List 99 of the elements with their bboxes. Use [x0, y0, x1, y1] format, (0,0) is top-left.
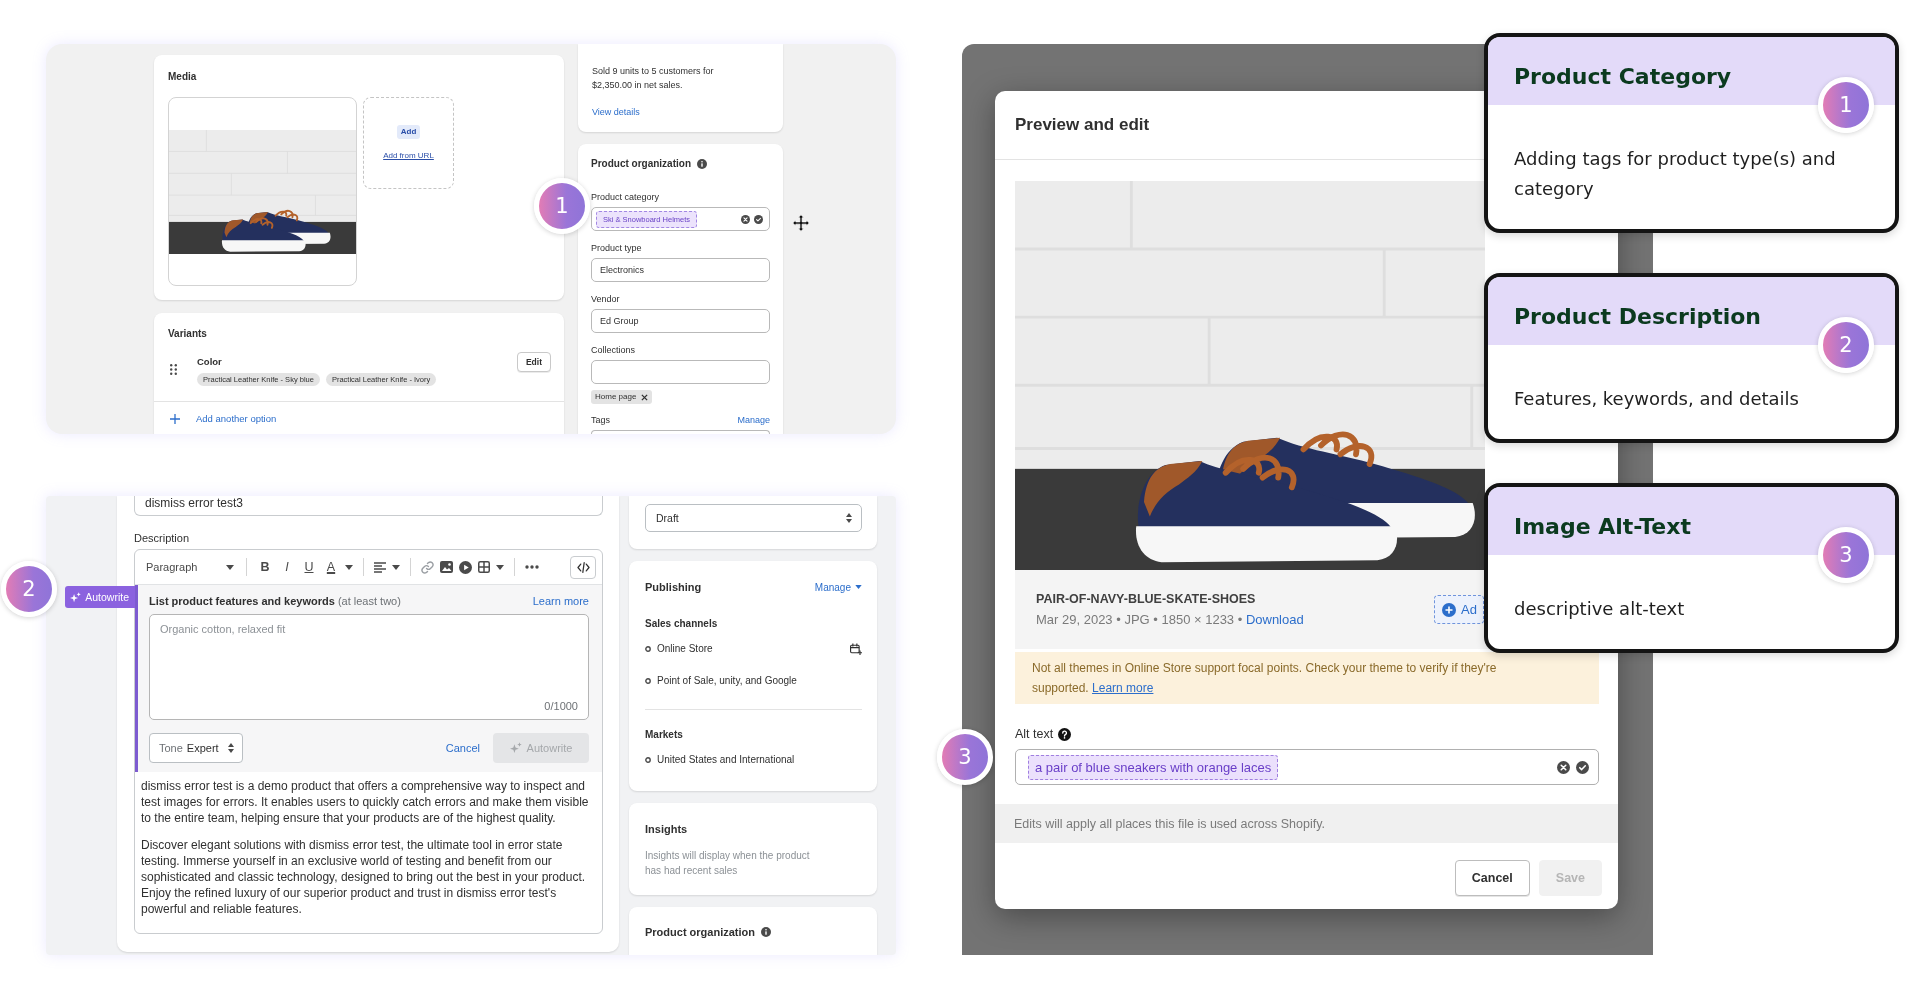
callout-text: Adding tags for product type(s) and category [1514, 147, 1837, 201]
field-label: Description [134, 531, 191, 545]
file-name: PAIR-OF-NAVY-BLUE-SKATE-SHOES [1036, 590, 1257, 607]
card-title: Product organization [591, 158, 691, 170]
plus-icon [170, 414, 180, 424]
card-title: Media [168, 71, 198, 83]
section-label: Sales channels [645, 617, 719, 631]
ring-icon [645, 757, 651, 763]
ring-icon [645, 646, 651, 652]
file-details: Mar 29, 2023 • JPG • 1850 × 1233 • Download [1036, 610, 1304, 629]
plus-circle-icon [1442, 602, 1457, 617]
caret-icon [855, 585, 862, 589]
info-icon [761, 927, 771, 937]
add-from-url-link[interactable]: Add from URL [383, 151, 434, 161]
caret-icon [226, 564, 234, 570]
italic-button[interactable]: I [279, 560, 295, 574]
field-label: Product category [591, 191, 661, 203]
code-icon [576, 561, 590, 573]
link-icon[interactable] [421, 560, 434, 574]
description-paragraph: Discover elegant solutions with dismiss error test, the ultimate tool in error state testing. Immerse yourself in an exclusive world of testing and benefit from our sophisticated and classic technology, designed to bring out the best in your product. Enjoy the refined luxury of our superior product and trust in dismiss error test's powerful and reliable features. [141, 837, 587, 917]
card-title: Product organization [645, 925, 755, 939]
placeholder-text: Organic cotton, relaxed fit [160, 622, 286, 636]
insights-summary: Sold 9 units to 5 customers for $2,350.00 in net sales. [592, 65, 715, 92]
drag-handle-icon[interactable] [170, 363, 177, 375]
learn-more-link[interactable]: Learn more [1092, 681, 1154, 695]
clear-icon[interactable] [1557, 760, 1570, 774]
add-option-link[interactable]: Add another option [154, 402, 564, 434]
view-details-link[interactable]: View details [592, 105, 743, 119]
title-field[interactable]: dismiss error test3 [134, 496, 603, 516]
option-name: Color [197, 356, 223, 368]
select-arrows-icon [228, 743, 234, 753]
card-title: Insights [645, 822, 689, 836]
media-thumbnail[interactable] [168, 97, 357, 286]
more-icon[interactable] [525, 565, 539, 569]
move-cursor-icon [792, 214, 810, 232]
channel-name: Point of Sale, unity, and Google [657, 674, 797, 688]
channel-name: Online Store [657, 642, 713, 656]
cancel-link[interactable]: Cancel [445, 742, 480, 754]
text-field[interactable]: Ed Group [591, 309, 770, 333]
add-button[interactable]: Add [396, 125, 421, 139]
caret-icon [392, 564, 400, 570]
section-label: Markets [645, 728, 684, 742]
help-icon [1058, 727, 1072, 741]
bold-button[interactable]: B [257, 560, 273, 574]
collections-field[interactable] [591, 360, 770, 384]
field-label: Collections [591, 344, 637, 356]
tags-field[interactable] [591, 430, 770, 434]
field-label: Alt text [1015, 726, 1054, 742]
footer-note: Edits will apply all places this file is used across Shopify. [995, 804, 1618, 843]
html-view-button[interactable] [570, 555, 596, 579]
character-counter: 0/1000 [544, 699, 578, 713]
info-icon [697, 159, 707, 169]
insights-note: Insights will display when the product has had recent sales [645, 849, 811, 878]
prompt-label: List product features and keywords (at least two) [149, 594, 401, 608]
callout-text: Features, keywords, and details [1514, 387, 1800, 411]
clear-icon[interactable] [741, 214, 750, 224]
manage-link[interactable]: Manage [814, 581, 862, 593]
download-link[interactable]: Download [1245, 611, 1304, 627]
tag-label: Home page [595, 392, 637, 402]
alt-text-tag: a pair of blue sneakers with orange laces [1028, 754, 1279, 780]
keywords-input[interactable]: Organic cotton, relaxed fit 0/1000 [149, 614, 589, 720]
alt-text-field[interactable]: a pair of blue sneakers with orange laces [1015, 749, 1599, 785]
paragraph-style-dropdown[interactable]: Paragraph [146, 560, 236, 574]
status-select[interactable]: Draft [645, 504, 862, 532]
learn-more-link[interactable]: Learn more [532, 594, 589, 608]
align-icon[interactable] [374, 561, 386, 573]
cancel-button[interactable]: Cancel [1454, 860, 1530, 896]
field-label: Tags [591, 414, 610, 426]
close-icon[interactable] [641, 393, 649, 401]
check-icon[interactable] [1576, 760, 1589, 774]
caret-icon [345, 564, 353, 570]
tone-select[interactable]: Tone Expert [149, 733, 243, 763]
table-icon[interactable] [478, 561, 490, 573]
sparkle-icon [509, 742, 522, 754]
market-name: United States and International [657, 753, 795, 767]
ring-icon [645, 678, 651, 684]
callout-text: descriptive alt-text [1514, 597, 1686, 621]
edit-button[interactable]: Edit [516, 352, 551, 372]
select-arrows-icon [846, 513, 852, 523]
card-title: Publishing [645, 580, 702, 594]
image-icon[interactable] [440, 561, 453, 573]
sparkle-icon [70, 591, 82, 603]
caret-icon [496, 564, 504, 570]
add-button[interactable]: Ad [1434, 595, 1484, 624]
field-label: Product type [591, 242, 643, 254]
description-paragraph: dismiss error test is a demo product that offers a comprehensive way to inspect and test images for errors. It enables users to quickly catch errors and make them visible to the entire team, helping ensure that your products are of the highest quality. [141, 778, 590, 826]
play-icon[interactable] [459, 560, 472, 574]
card-title: Variants [167, 328, 208, 340]
media-drop-zone[interactable]: Add Add from URL [363, 97, 454, 189]
field-label: Vendor [591, 293, 621, 305]
check-icon[interactable] [754, 214, 763, 224]
underline-button[interactable]: U [301, 560, 317, 574]
autowrite-tag-text: Autowrite [85, 590, 129, 604]
focal-point-notice: Not all themes in Online Store support focal points. Check your theme to verify if they're supported. Learn more [1015, 652, 1599, 704]
text-color-button[interactable]: A [323, 560, 339, 574]
text-field[interactable]: Electronics [591, 258, 770, 282]
calendar-add-icon[interactable] [850, 643, 862, 655]
manage-link[interactable]: Manage [737, 414, 770, 426]
dialog-title: Preview and edit [1015, 115, 1150, 135]
